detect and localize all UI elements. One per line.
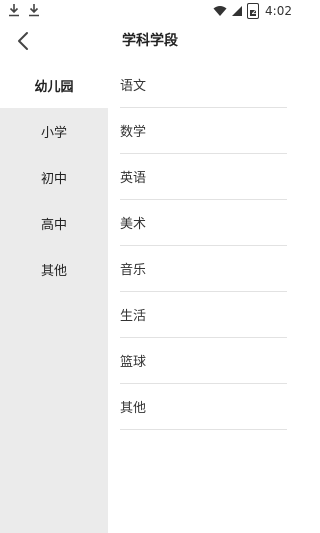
subject-list: 语文 数学 英语 美术 音乐 生活 篮球 其他 — [120, 62, 287, 430]
wifi-icon — [213, 6, 227, 16]
page-title: 学科学段 — [122, 33, 178, 49]
download-icon — [9, 4, 19, 17]
list-item[interactable]: 语文 — [120, 62, 287, 108]
sidebar-item-primary[interactable]: 小学 — [0, 108, 108, 154]
list-item[interactable]: 篮球 — [120, 338, 287, 384]
list-item[interactable]: 英语 — [120, 154, 287, 200]
sidebar-item-other[interactable]: 其他 — [0, 246, 108, 292]
list-item[interactable]: 生活 — [120, 292, 287, 338]
list-item[interactable]: 其他 — [120, 384, 287, 430]
sidebar-item-label: 初中 — [40, 171, 67, 187]
list-item[interactable]: 数学 — [120, 108, 287, 154]
signal-icon — [232, 6, 243, 16]
status-left-icons — [8, 3, 40, 17]
sidebar-item-label: 高中 — [40, 217, 67, 233]
list-item[interactable]: 美术 — [120, 200, 287, 246]
list-item[interactable]: 音乐 — [120, 246, 287, 292]
clock: 4:02 — [265, 4, 292, 18]
sidebar-item-label: 幼儿园 — [34, 79, 74, 95]
status-bar: 2 4:02 — [0, 0, 300, 22]
sidebar-item-label: 小学 — [40, 125, 67, 141]
sidebar-item-kindergarten[interactable]: 幼儿园 — [0, 62, 108, 108]
download-icon — [29, 4, 39, 17]
sidebar-item-senior-high[interactable]: 高中 — [0, 200, 108, 246]
battery-level: 2 — [251, 7, 258, 17]
header: 学科学段 — [0, 22, 300, 62]
stage-sidebar: 幼儿园 小学 初中 高中 其他 — [0, 62, 108, 533]
sidebar-item-junior-high[interactable]: 初中 — [0, 154, 108, 200]
status-right-icons: 2 4:02 — [213, 3, 292, 19]
sidebar-item-label: 其他 — [40, 263, 67, 279]
